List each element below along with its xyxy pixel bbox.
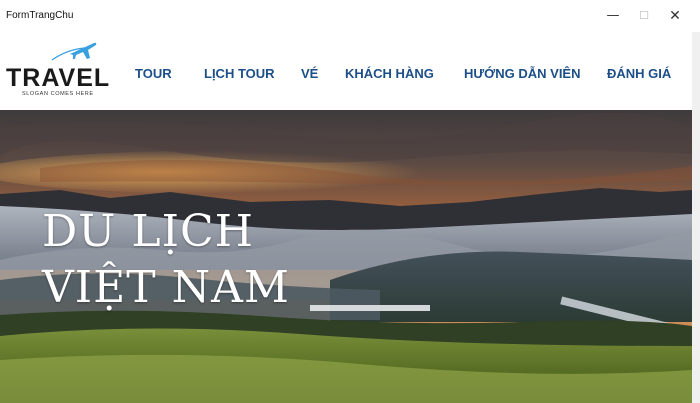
travel-logo: TRAVEL SLOGAN COMES HERE xyxy=(4,38,111,100)
nav-item-tour[interactable]: TOUR xyxy=(135,66,172,81)
hero-banner: DU LỊCH VIỆT NAM xyxy=(0,110,692,403)
nav-item-danh-gia[interactable]: ĐÁNH GIÁ xyxy=(607,66,671,81)
window-border xyxy=(692,32,700,403)
window-title: FormTrangChu xyxy=(6,10,74,21)
logo-text: TRAVEL xyxy=(6,64,111,92)
close-button[interactable]: ✕ xyxy=(660,4,690,28)
title-bar: FormTrangChu — ☐ ✕ xyxy=(0,0,700,32)
nav-item-ve[interactable]: VÉ xyxy=(301,66,318,81)
nav-item-lich-tour[interactable]: LỊCH TOUR xyxy=(204,66,275,81)
hero-title-line1: DU LỊCH xyxy=(42,206,254,257)
nav-item-khach-hang[interactable]: KHÁCH HÀNG xyxy=(345,66,434,81)
navigation-bar: TRAVEL SLOGAN COMES HERE TOUR LỊCH TOUR … xyxy=(0,32,692,110)
airplane-icon xyxy=(51,42,97,61)
hero-title-line2: VIỆT NAM xyxy=(42,262,290,313)
minimize-button[interactable]: — xyxy=(598,4,628,28)
logo-slogan: SLOGAN COMES HERE xyxy=(22,91,94,97)
maximize-button[interactable]: ☐ xyxy=(629,4,659,28)
nav-item-huong-dan-vien[interactable]: HƯỚNG DẪN VIÊN xyxy=(464,66,581,81)
